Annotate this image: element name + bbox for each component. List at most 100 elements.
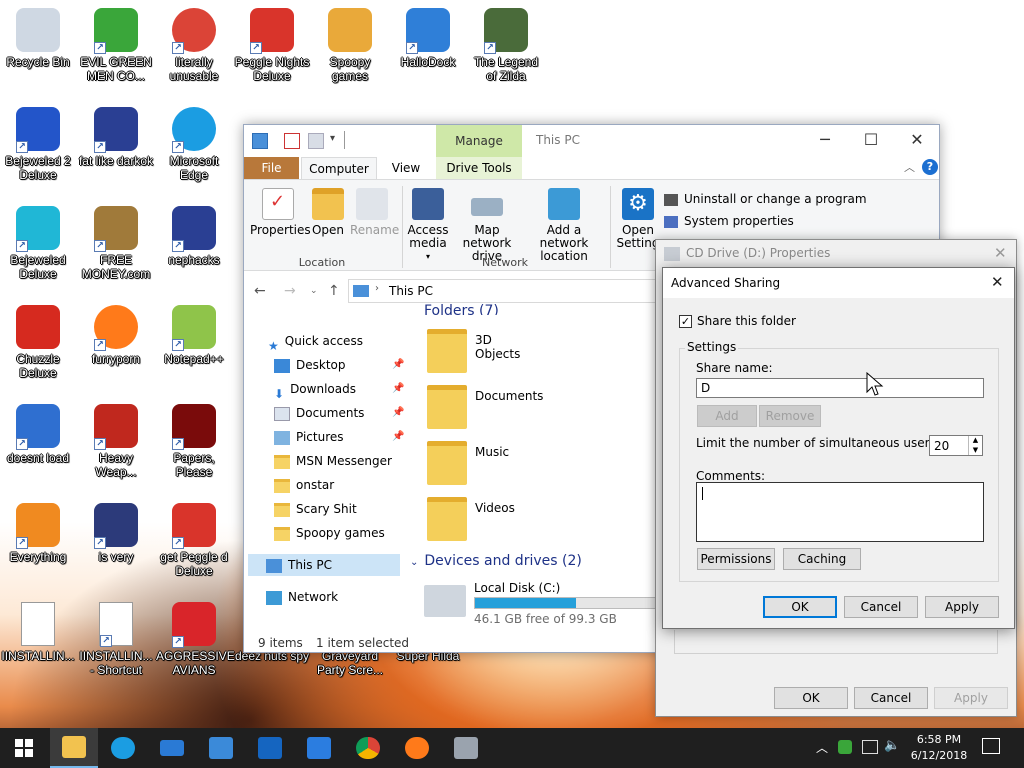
increment-icon[interactable]: ▲ — [968, 436, 982, 446]
desktop-icon-item[interactable]: ↗ FREE MONEY.com — [78, 206, 154, 281]
desktop-icon-item[interactable]: ↗ IINSTALLIN... - Shortcut — [78, 602, 154, 677]
volume-icon[interactable]: 🔈 — [884, 738, 900, 753]
desktop-icon-item[interactable]: ↗ furryporn — [78, 305, 154, 366]
add-network-location-button[interactable]: Add a network location — [524, 188, 604, 263]
nav-desktop[interactable]: Desktop 📌 — [274, 354, 404, 376]
taskbar-file-explorer[interactable] — [50, 728, 98, 768]
properties-button[interactable]: ✓ Properties — [250, 188, 311, 237]
props-ok-button[interactable]: OK — [774, 687, 848, 709]
cancel-button[interactable]: Cancel — [844, 596, 918, 618]
desktop-icon-item[interactable]: Spoopy games — [312, 8, 388, 83]
new-folder-quick-icon[interactable] — [308, 133, 324, 149]
help-icon[interactable]: ? — [922, 159, 938, 175]
nav-scary-shit[interactable]: Scary Shit — [274, 498, 357, 520]
props-apply-button[interactable]: Apply — [934, 687, 1008, 709]
add-button[interactable]: Add — [697, 405, 757, 427]
taskbar-edge[interactable] — [99, 728, 147, 768]
system-properties-button[interactable]: System properties — [664, 210, 867, 232]
apply-button[interactable]: Apply — [925, 596, 999, 618]
nav-pictures[interactable]: Pictures 📌 — [274, 426, 404, 448]
taskbar-app[interactable] — [442, 728, 490, 768]
props-close-icon[interactable]: ✕ — [994, 244, 1007, 262]
tab-view[interactable]: View — [381, 157, 431, 179]
share-folder-checkbox[interactable]: ✓ — [679, 315, 692, 328]
tab-drive-tools[interactable]: Drive Tools — [436, 157, 522, 179]
open-settings-button[interactable]: ⚙ Open Setting — [616, 188, 660, 250]
desktop-icon-item[interactable]: Recycle Bin — [0, 8, 76, 69]
devices-header[interactable]: ⌄ Devices and drives (2) — [410, 553, 582, 569]
tab-file[interactable]: File — [244, 157, 299, 179]
desktop-icon-item[interactable]: ↗ Notepad++ — [156, 305, 232, 366]
remove-button[interactable]: Remove — [759, 405, 821, 427]
nav-onstar[interactable]: onstar — [274, 474, 334, 496]
back-button[interactable]: ← — [254, 277, 274, 305]
up-button[interactable]: ↑ — [328, 277, 348, 305]
comments-textarea[interactable] — [696, 482, 984, 542]
desktop-icon-item[interactable]: ↗ HalloDock — [390, 8, 466, 69]
start-button[interactable] — [0, 728, 48, 768]
desktop-icon-item[interactable]: ↗ doesnt load — [0, 404, 76, 465]
taskbar-store[interactable] — [197, 728, 245, 768]
tab-computer[interactable]: Computer — [301, 157, 377, 180]
desktop-icon-item[interactable]: Chuzzle Deluxe — [0, 305, 76, 380]
explorer-title-bar[interactable]: ▾ Manage This PC ─ ☐ ✕ — [244, 125, 939, 157]
customize-quick-access-icon[interactable]: ▾ — [330, 133, 335, 144]
address-bar[interactable]: › This PC — [348, 279, 658, 303]
close-button[interactable]: ✕ — [894, 125, 940, 155]
desktop-icon-item[interactable]: ↗ Microsoft Edge — [156, 107, 232, 182]
desktop-icon-item[interactable]: ↗ get Peggle d Deluxe — [156, 503, 232, 578]
folders-header[interactable]: Folders (7) — [424, 303, 499, 315]
taskbar-photos[interactable] — [295, 728, 343, 768]
ok-button[interactable]: OK — [763, 596, 837, 618]
show-hidden-icons[interactable]: ︿ — [816, 739, 828, 756]
desktop-icon-item[interactable]: ↗ Bejeweled Deluxe — [0, 206, 76, 281]
desktop-icon-item[interactable]: ↗ Papers, Please — [156, 404, 232, 479]
nav-downloads[interactable]: ⬇ Downloads 📌 — [274, 378, 404, 401]
desktop-icon-item[interactable]: ↗ Everything — [0, 503, 76, 564]
desktop-icon-item[interactable]: ↗ nephacks — [156, 206, 232, 267]
desktop-icon-item[interactable]: ↗ Heavy Weap... — [78, 404, 154, 479]
map-network-drive-button[interactable]: Map network drive — [450, 188, 524, 263]
taskbar-mail[interactable] — [148, 728, 196, 768]
desktop-icon-item[interactable]: ↗ Peggle Nights Deluxe — [234, 8, 310, 83]
nav-quick-access[interactable]: ★ Quick access — [268, 330, 363, 353]
msn-tray-icon[interactable] — [838, 740, 852, 754]
manage-context-tab[interactable]: Manage — [436, 125, 522, 157]
nav-msn-messenger[interactable]: MSN Messenger — [274, 450, 392, 472]
minimize-button[interactable]: ─ — [802, 125, 848, 155]
desktop-icon-item[interactable]: ↗ EVIL GREEN MEN CO... — [78, 8, 154, 83]
adv-close-icon[interactable]: ✕ — [991, 273, 1004, 291]
desktop-icon-item[interactable]: ↗ literally unusable — [156, 8, 232, 83]
forward-button[interactable]: → — [284, 277, 304, 305]
props-cancel-button[interactable]: Cancel — [854, 687, 928, 709]
recent-locations-button[interactable]: ⌄ — [310, 277, 324, 305]
collapse-ribbon-icon[interactable]: ︿ — [904, 159, 915, 175]
nav-network[interactable]: Network — [266, 586, 338, 608]
adv-title-bar[interactable]: Advanced Sharing ✕ — [663, 268, 1014, 298]
desktop-icon-item[interactable]: IINSTALLIN... — [0, 602, 76, 663]
desktop-icon-item[interactable]: ↗ is very — [78, 503, 154, 564]
decrement-icon[interactable]: ▼ — [968, 446, 982, 455]
desktop-icon-item[interactable]: ↗ fat like darkok — [78, 107, 154, 168]
open-button[interactable]: Open — [310, 188, 346, 237]
access-media-button[interactable]: Access media ▾ — [406, 188, 450, 263]
desktop-icon-item[interactable]: ↗ Bejeweled 2 Deluxe — [0, 107, 76, 182]
taskbar-movies[interactable] — [246, 728, 294, 768]
rename-button[interactable]: Rename — [350, 188, 399, 237]
limit-users-stepper[interactable]: 20 ▲ ▼ — [929, 435, 983, 456]
caching-button[interactable]: Caching — [783, 548, 861, 570]
desktop-icon-item[interactable]: ↗ The Legend of Zilda — [468, 8, 544, 83]
drive-local-disk-c[interactable]: Local Disk (C:) 46.1 GB free of 99.3 GB — [424, 579, 664, 626]
nav-spoopy-games[interactable]: Spoopy games — [274, 522, 385, 544]
uninstall-program-button[interactable]: Uninstall or change a program — [664, 188, 867, 210]
properties-quick-icon[interactable] — [284, 133, 300, 149]
nav-documents[interactable]: Documents 📌 — [274, 402, 404, 424]
share-name-input[interactable]: D — [696, 378, 984, 398]
maximize-button[interactable]: ☐ — [848, 125, 894, 155]
taskbar-firefox[interactable] — [393, 728, 441, 768]
clock[interactable]: 6:58 PM 6/12/2018 — [906, 732, 972, 764]
taskbar-chrome[interactable] — [344, 728, 392, 768]
desktop-icon-item[interactable]: ↗ AGGRESSIVE AVIANS — [156, 602, 235, 677]
permissions-button[interactable]: Permissions — [697, 548, 775, 570]
action-center-icon[interactable] — [982, 738, 1000, 754]
